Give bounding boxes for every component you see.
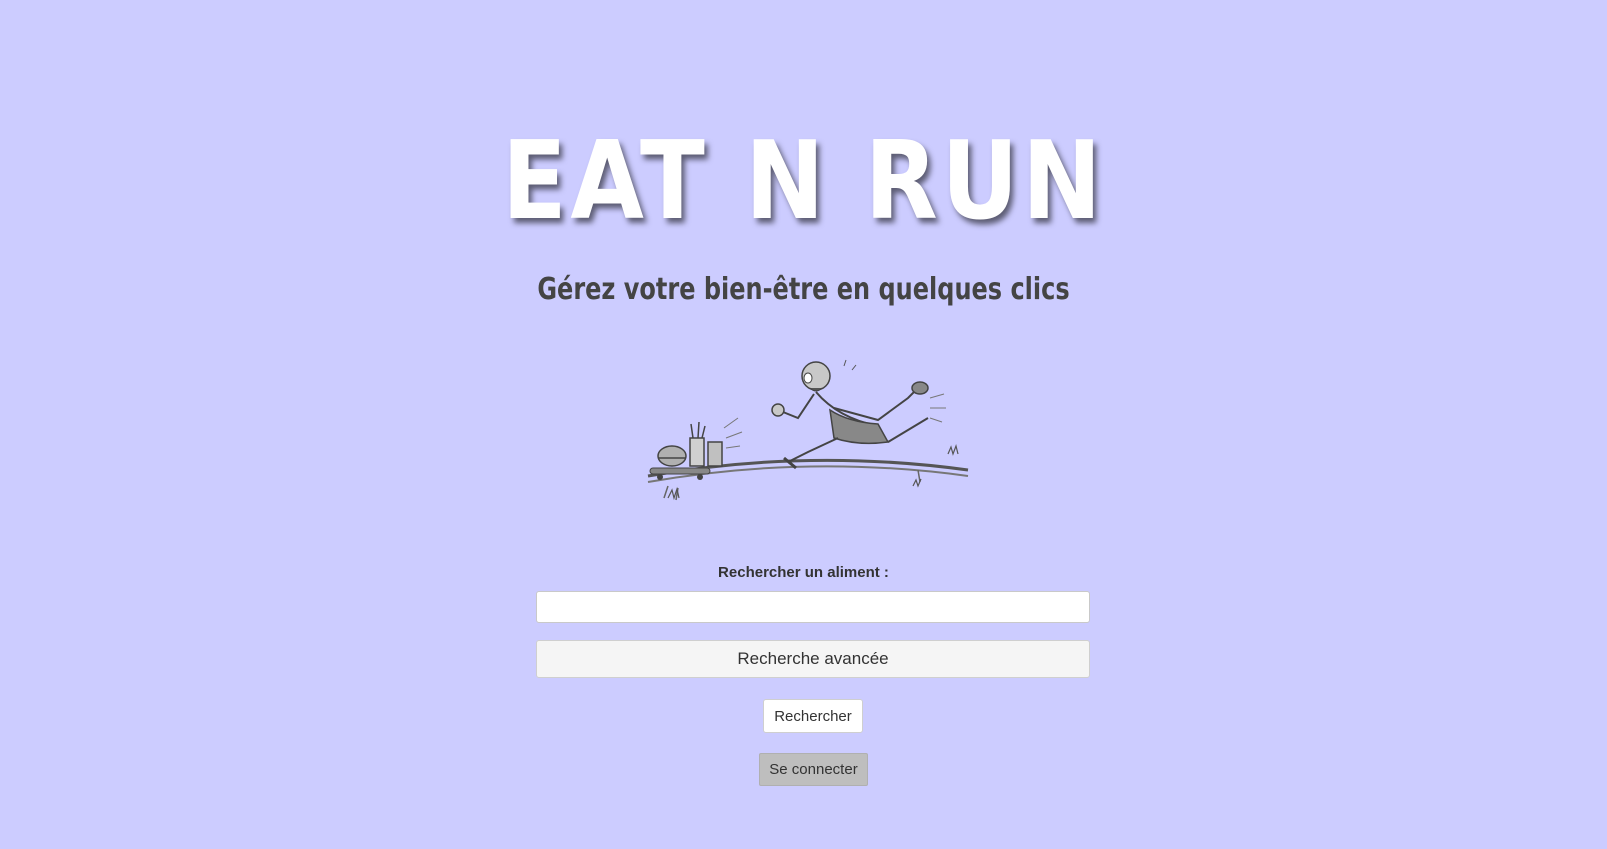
search-label: Rechercher un aliment : <box>718 564 889 581</box>
search-button[interactable]: Rechercher <box>763 699 863 733</box>
login-button[interactable]: Se connecter <box>759 753 868 786</box>
site-subtitle: Gérez votre bien-être en quelques clics <box>537 272 1070 307</box>
food-search-input[interactable] <box>536 591 1090 623</box>
site-title: EAT N RUN <box>501 119 1106 244</box>
advanced-search-button[interactable]: Recherche avancée <box>536 640 1090 678</box>
home-page: EAT N RUN Gérez votre bien-être en quelq… <box>0 0 1607 849</box>
running-man-chased-by-fast-food-icon <box>647 359 969 501</box>
